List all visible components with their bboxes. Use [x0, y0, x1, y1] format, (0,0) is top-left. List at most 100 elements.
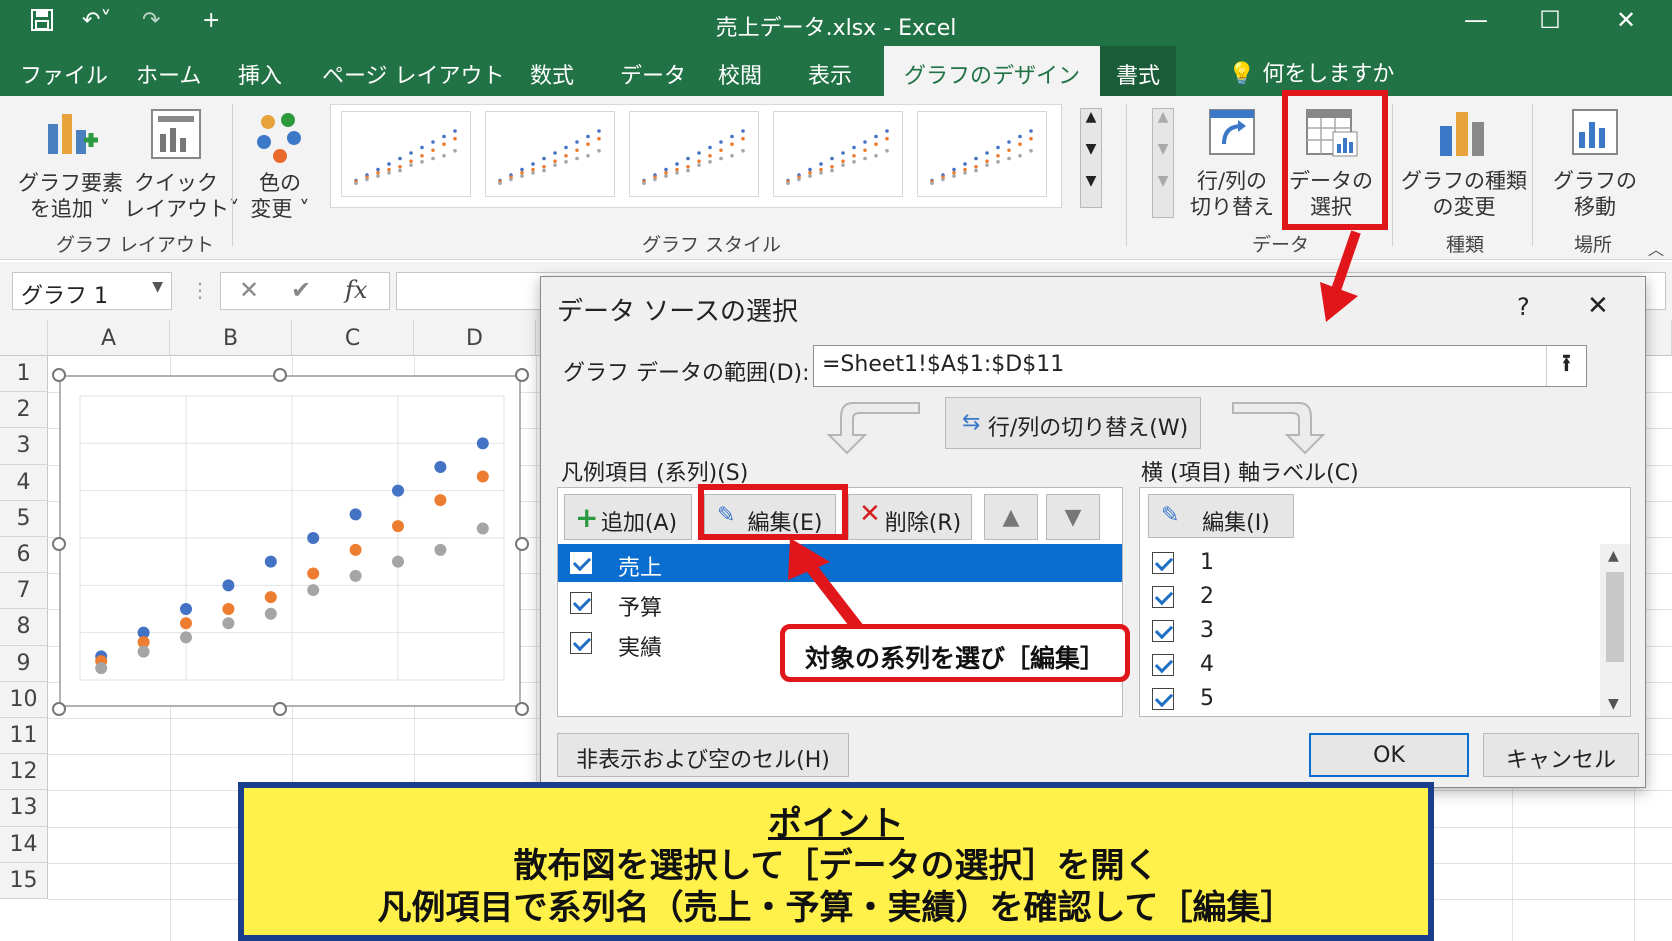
row-header[interactable]: 14	[0, 826, 48, 863]
data-point[interactable]	[392, 555, 404, 568]
chart-style-5[interactable]	[917, 111, 1047, 197]
row-header[interactable]: 13	[0, 790, 48, 827]
add-chart-element-button[interactable]: グラフ要素 を追加 ˅	[18, 104, 123, 222]
switch-row-column-dialog-button[interactable]: ⇆ 行/列の切り替え(W)	[945, 397, 1201, 449]
data-point[interactable]	[349, 569, 362, 582]
confirm-icon[interactable]: ✔	[291, 276, 311, 304]
scatter-chart[interactable]	[58, 374, 524, 710]
data-point[interactable]	[307, 567, 320, 580]
edit-axis-labels-button[interactable]: ✎ 編集(I)	[1148, 494, 1294, 538]
select-all-corner[interactable]	[0, 320, 48, 356]
ok-button[interactable]: OK	[1309, 733, 1469, 777]
resize-handle[interactable]	[515, 702, 529, 716]
data-point[interactable]	[392, 484, 404, 497]
data-point[interactable]	[264, 555, 277, 568]
close-icon[interactable]: ✕	[1606, 6, 1646, 34]
move-down-button[interactable]: ▼	[1046, 494, 1100, 540]
series-item[interactable]: 売上	[558, 544, 1122, 582]
change-chart-type-button[interactable]: グラフの種類 の変更	[1400, 104, 1528, 220]
tab-view[interactable]: 表示	[808, 58, 852, 90]
hidden-empty-cells-button[interactable]: 非表示および空のセル(H)	[557, 733, 849, 777]
scroll-up-icon[interactable]: ▲	[1608, 548, 1619, 564]
data-range-input[interactable]: =Sheet1!$A$1:$D$11 ⭱	[813, 345, 1587, 387]
scroll-thumb[interactable]	[1606, 572, 1624, 662]
axis-checkbox[interactable]	[1152, 688, 1174, 710]
row-header[interactable]: 11	[0, 718, 48, 755]
chart-styles-gallery[interactable]	[330, 104, 1062, 208]
row-header[interactable]: 10	[0, 681, 48, 718]
series-checkbox[interactable]	[570, 632, 592, 654]
data-point[interactable]	[180, 603, 192, 615]
data-point[interactable]	[95, 662, 108, 675]
row-header[interactable]: 5	[0, 500, 48, 537]
data-point[interactable]	[264, 591, 277, 604]
column-header[interactable]: B	[170, 320, 292, 356]
data-point[interactable]	[180, 631, 192, 644]
tab-format[interactable]: 書式	[1100, 46, 1177, 96]
row-header[interactable]: 12	[0, 754, 48, 791]
tab-file[interactable]: ファイル	[20, 58, 108, 90]
move-up-button[interactable]: ▲	[984, 494, 1038, 540]
add-series-button[interactable]: + 追加(A)	[564, 494, 692, 540]
resize-handle[interactable]	[515, 537, 529, 551]
chevron-down-icon[interactable]: ▼	[152, 279, 163, 295]
quick-layout-button[interactable]: クイック レイアウト˅	[124, 104, 240, 222]
tab-home[interactable]: ホーム	[136, 58, 201, 90]
change-colors-button[interactable]: 色の 変更 ˅	[240, 104, 320, 222]
minimize-icon[interactable]: —	[1456, 6, 1496, 34]
axis-checkbox[interactable]	[1152, 654, 1174, 676]
chart-style-2[interactable]	[485, 111, 615, 197]
data-point[interactable]	[476, 437, 489, 450]
row-header[interactable]: 8	[0, 609, 48, 646]
row-header[interactable]: 7	[0, 573, 48, 610]
column-header[interactable]: C	[292, 320, 414, 356]
axis-list-scrollbar[interactable]: ▲ ▼	[1600, 544, 1630, 716]
tell-me-search[interactable]: 💡 何をしますか	[1228, 56, 1394, 88]
resize-handle[interactable]	[273, 702, 287, 716]
tab-insert[interactable]: 挿入	[238, 58, 282, 90]
resize-handle[interactable]	[273, 368, 287, 382]
gallery-scroll[interactable]: ▲ ▼ ▼	[1080, 108, 1102, 208]
axis-item[interactable]: 3	[1140, 612, 1600, 650]
data-point[interactable]	[180, 617, 192, 630]
data-point[interactable]	[434, 543, 447, 556]
data-point[interactable]	[392, 520, 404, 533]
data-point[interactable]	[476, 522, 489, 535]
axis-item[interactable]: 5	[1140, 680, 1600, 718]
series-checkbox[interactable]	[570, 592, 592, 614]
axis-checkbox[interactable]	[1152, 552, 1174, 574]
row-header[interactable]: 6	[0, 537, 48, 574]
data-point[interactable]	[476, 470, 489, 483]
tab-formulas[interactable]: 数式	[530, 58, 574, 90]
axis-item[interactable]: 1	[1140, 544, 1600, 582]
data-point[interactable]	[264, 607, 277, 620]
tab-data[interactable]: データ	[620, 58, 686, 90]
collapse-dialog-icon[interactable]: ⭱	[1546, 346, 1586, 386]
series-item[interactable]: 予算	[558, 584, 1122, 622]
tab-page-layout[interactable]: ページ レイアウト	[322, 58, 505, 90]
axis-checkbox[interactable]	[1152, 586, 1174, 608]
help-icon[interactable]: ?	[1517, 293, 1530, 321]
axis-item[interactable]: 4	[1140, 646, 1600, 684]
maximize-icon[interactable]: ☐	[1530, 6, 1570, 34]
resize-handle[interactable]	[52, 368, 66, 382]
delete-series-button[interactable]: ✕ 削除(R)	[848, 494, 972, 540]
data-point[interactable]	[307, 532, 320, 544]
chart-style-3[interactable]	[629, 111, 759, 197]
data-point[interactable]	[137, 645, 150, 658]
data-point[interactable]	[307, 584, 320, 597]
cancel-button[interactable]: キャンセル	[1483, 733, 1639, 777]
insert-function-icon[interactable]: fx	[345, 276, 367, 304]
tab-review[interactable]: 校閲	[718, 58, 762, 90]
collapse-ribbon-icon[interactable]: ︿	[1648, 236, 1664, 260]
data-point[interactable]	[222, 617, 235, 630]
data-point[interactable]	[434, 494, 447, 507]
row-header[interactable]: 2	[0, 392, 48, 429]
row-header[interactable]: 15	[0, 862, 48, 899]
row-header[interactable]: 9	[0, 645, 48, 682]
row-header[interactable]: 1	[0, 356, 48, 393]
chart-style-1[interactable]	[341, 111, 471, 197]
resize-handle[interactable]	[52, 702, 66, 716]
axis-checkbox[interactable]	[1152, 620, 1174, 642]
resize-handle[interactable]	[52, 537, 66, 551]
